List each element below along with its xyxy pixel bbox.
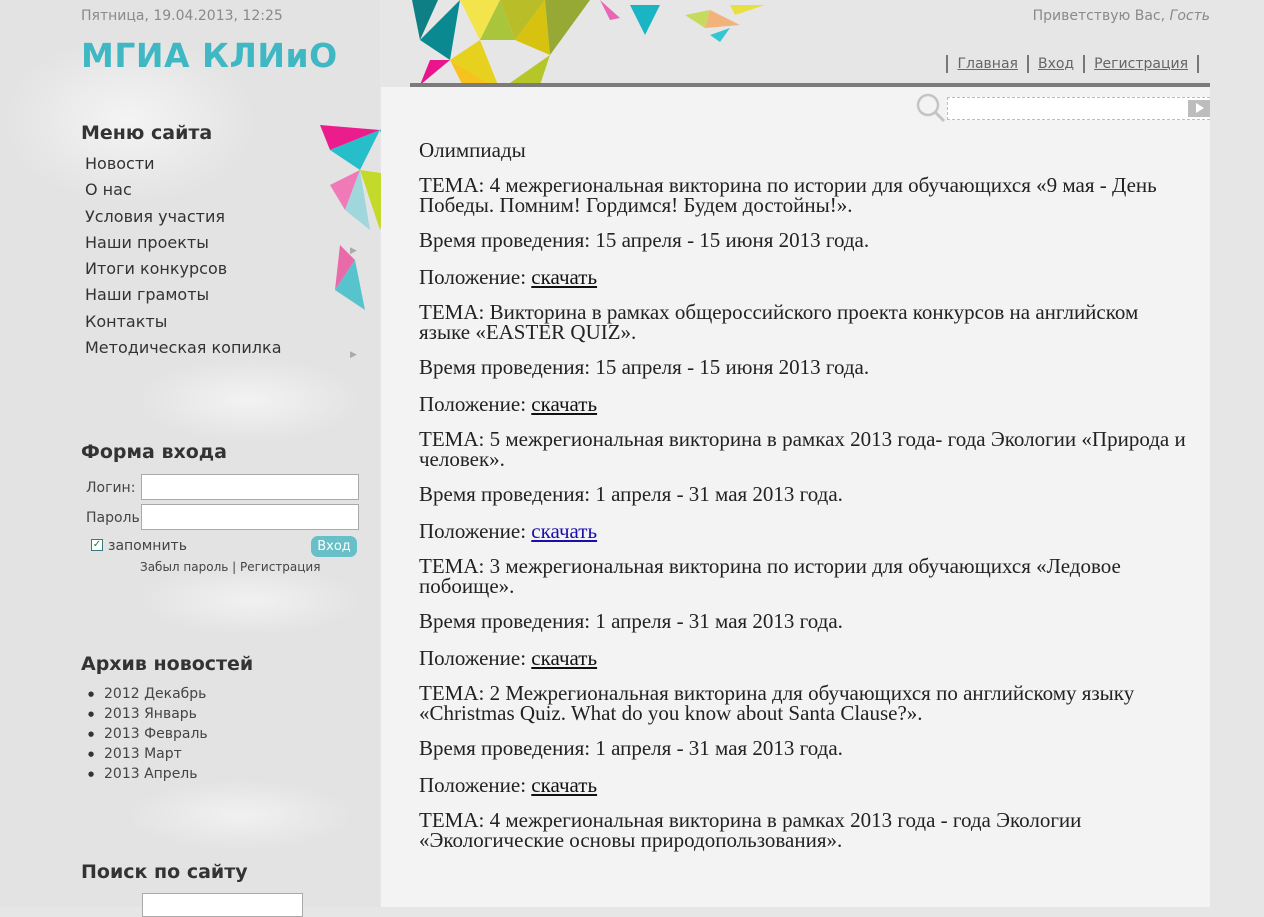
register-link[interactable]: Регистрация xyxy=(240,560,320,574)
submenu-arrow-icon[interactable]: ▶ xyxy=(350,350,357,360)
item-doc: Положение: скачать xyxy=(419,265,1189,289)
archive-list: 2012 Декабрь 2013 Январь 2013 Февраль 20… xyxy=(88,684,208,784)
item-time: Время проведения: 1 апреля - 31 мая 2013… xyxy=(419,736,843,760)
item-time: Время проведения: 15 апреля - 15 июня 20… xyxy=(419,228,870,252)
article-body: Олимпиады ТЕМА: 4 межрегиональная виктор… xyxy=(419,138,1189,863)
nav-divider xyxy=(1083,55,1086,73)
login-label: Логин: xyxy=(86,480,136,496)
download-link[interactable]: скачать xyxy=(531,773,597,797)
item-time: Время проведения: 1 апреля - 31 мая 2013… xyxy=(419,482,843,506)
forgot-password-link[interactable]: Забыл пароль xyxy=(140,560,228,574)
item-topic: ТЕМА: 4 межрегиональная викторина в рамк… xyxy=(419,808,1082,852)
nav-divider xyxy=(1197,55,1199,73)
site-search-title: Поиск по сайту xyxy=(81,861,248,883)
item-time: Время проведения: 15 апреля - 15 июня 20… xyxy=(419,355,870,379)
download-link[interactable]: скачать xyxy=(531,392,597,416)
login-links: Забыл пароль | Регистрация xyxy=(140,560,321,574)
item-topic: ТЕМА: 2 Межрегиональная викторина для об… xyxy=(419,681,1135,725)
page-title: Олимпиады xyxy=(419,138,526,162)
greeting: Приветствую Вас, Гость xyxy=(1033,8,1210,24)
item-topic: ТЕМА: Викторина в рамках общероссийского… xyxy=(419,300,1139,344)
password-label: Пароль: xyxy=(86,510,145,526)
doc-label: Положение: xyxy=(419,265,527,289)
submenu-arrow-icon[interactable]: ▶ xyxy=(350,246,357,256)
archive-item[interactable]: 2013 Февраль xyxy=(88,724,208,744)
password-input[interactable] xyxy=(141,504,359,530)
nav-home-link[interactable]: Главная xyxy=(957,56,1017,72)
login-button[interactable]: Вход xyxy=(311,536,357,557)
top-nav: Главная Вход Регистрация xyxy=(937,55,1208,73)
main-content: Олимпиады ТЕМА: 4 межрегиональная виктор… xyxy=(381,87,1210,907)
site-logo[interactable]: МГИА КЛИиО xyxy=(81,36,338,75)
item-doc: Положение: скачать xyxy=(419,646,1189,670)
menu-item-news[interactable]: Новости xyxy=(85,153,282,179)
header-search-input[interactable] xyxy=(947,97,1210,120)
nav-divider xyxy=(946,55,949,73)
login-form-title: Форма входа xyxy=(81,441,227,463)
menu-item-about[interactable]: О нас xyxy=(85,179,282,205)
nav-divider xyxy=(1026,55,1029,73)
download-link[interactable]: скачать xyxy=(531,519,597,543)
doc-label: Положение: xyxy=(419,646,527,670)
menu-item-projects[interactable]: Наши проекты xyxy=(85,232,282,258)
site-menu-title: Меню сайта xyxy=(81,122,213,144)
item-doc: Положение: скачать xyxy=(419,519,1189,543)
item-time: Время проведения: 1 апреля - 31 мая 2013… xyxy=(419,609,843,633)
menu-item-results[interactable]: Итоги конкурсов xyxy=(85,258,282,284)
download-link[interactable]: скачать xyxy=(531,265,597,289)
search-submit-button[interactable] xyxy=(1188,100,1210,117)
archive-item[interactable]: 2012 Декабрь xyxy=(88,684,208,704)
menu-item-contacts[interactable]: Контакты xyxy=(85,311,282,337)
site-menu: Новости О нас Условия участия Наши проек… xyxy=(85,153,282,363)
item-topic: ТЕМА: 4 межрегиональная викторина по ист… xyxy=(419,173,1157,217)
doc-label: Положение: xyxy=(419,773,527,797)
nav-login-link[interactable]: Вход xyxy=(1038,56,1074,72)
download-link[interactable]: скачать xyxy=(531,646,597,670)
greeting-user: Гость xyxy=(1169,8,1210,24)
search-icon xyxy=(916,93,946,123)
item-topic: ТЕМА: 3 межрегиональная викторина по ист… xyxy=(419,554,1121,598)
remember-checkbox[interactable]: ✓ xyxy=(91,539,103,551)
login-input[interactable] xyxy=(141,474,359,500)
menu-item-methodical[interactable]: Методическая копилка xyxy=(85,337,282,363)
current-date: Пятница, 19.04.2013, 12:25 xyxy=(81,8,283,24)
doc-label: Положение: xyxy=(419,519,527,543)
archive-item[interactable]: 2013 Январь xyxy=(88,704,208,724)
archive-item[interactable]: 2013 Апрель xyxy=(88,764,208,784)
remember-label: запомнить xyxy=(108,538,187,554)
nav-register-link[interactable]: Регистрация xyxy=(1094,56,1188,72)
site-search-input[interactable] xyxy=(142,893,303,917)
menu-item-conditions[interactable]: Условия участия xyxy=(85,206,282,232)
doc-label: Положение: xyxy=(419,392,527,416)
item-topic: ТЕМА: 5 межрегиональная викторина в рамк… xyxy=(419,427,1186,471)
item-doc: Положение: скачать xyxy=(419,392,1189,416)
item-doc: Положение: скачать xyxy=(419,773,1189,797)
archive-title: Архив новостей xyxy=(81,653,254,675)
greeting-text: Приветствую Вас, xyxy=(1032,8,1166,24)
archive-item[interactable]: 2013 Март xyxy=(88,744,208,764)
menu-item-diplomas[interactable]: Наши грамоты xyxy=(85,284,282,310)
